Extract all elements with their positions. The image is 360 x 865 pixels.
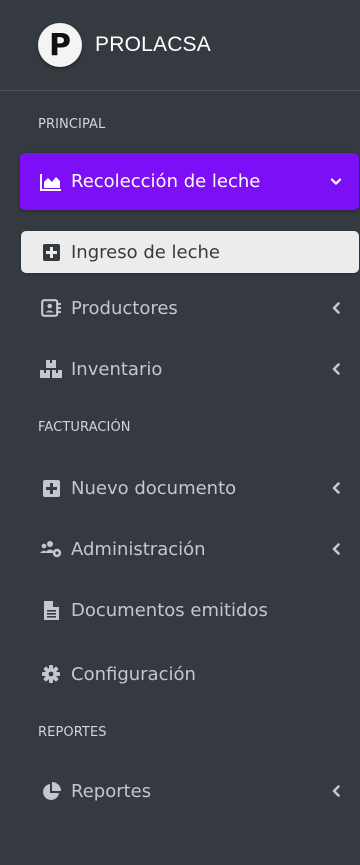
chevron-left-icon[interactable] <box>331 542 341 556</box>
pie-chart-icon <box>40 781 62 801</box>
nav-label: Inventario <box>71 358 163 380</box>
gear-icon <box>40 664 62 684</box>
nav-productores[interactable]: Productores <box>20 285 359 331</box>
plus-square-icon <box>40 478 62 498</box>
users-cog-icon <box>40 539 62 559</box>
area-chart-icon <box>40 172 62 192</box>
nav-recoleccion-de-leche[interactable]: Recolección de leche <box>20 153 359 210</box>
id-card-icon <box>40 298 62 318</box>
sidebar: P PROLACSA PRINCIPAL Recolección de lech… <box>0 0 360 865</box>
brand-logo: P <box>38 23 82 67</box>
nav-administracion[interactable]: Administración <box>20 526 359 572</box>
chevron-left-icon[interactable] <box>331 301 341 315</box>
file-icon <box>40 600 62 620</box>
brand-link[interactable]: P PROLACSA <box>0 0 360 91</box>
nav-label: Administración <box>71 538 206 560</box>
section-header-reportes: REPORTES <box>38 725 107 740</box>
nav-label: Recolección de leche <box>71 171 261 192</box>
nav-ingreso-de-leche[interactable]: Ingreso de leche <box>21 231 359 273</box>
chevron-left-icon[interactable] <box>331 362 341 376</box>
brand-name: PROLACSA <box>95 33 211 56</box>
section-header-principal: PRINCIPAL <box>38 117 106 132</box>
chevron-left-icon[interactable] <box>331 481 341 495</box>
nav-label: Nuevo documento <box>71 477 237 499</box>
nav-nuevo-documento[interactable]: Nuevo documento <box>20 465 359 511</box>
nav-label: Documentos emitidos <box>71 599 268 621</box>
chevron-left-icon[interactable] <box>331 784 341 798</box>
nav-configuracion[interactable]: Configuración <box>20 651 359 697</box>
nav-label: Configuración <box>71 663 196 685</box>
nav-reportes[interactable]: Reportes <box>20 768 359 814</box>
boxes-icon <box>40 359 62 379</box>
nav-documentos-emitidos[interactable]: Documentos emitidos <box>20 587 359 633</box>
section-header-facturacion: FACTURACIÓN <box>38 420 131 435</box>
plus-square-icon <box>40 242 62 262</box>
nav-label: Ingreso de leche <box>71 241 221 263</box>
nav-inventario[interactable]: Inventario <box>20 346 359 392</box>
nav-label: Reportes <box>71 780 152 802</box>
chevron-down-icon[interactable] <box>331 175 341 189</box>
nav-label: Productores <box>71 297 178 319</box>
